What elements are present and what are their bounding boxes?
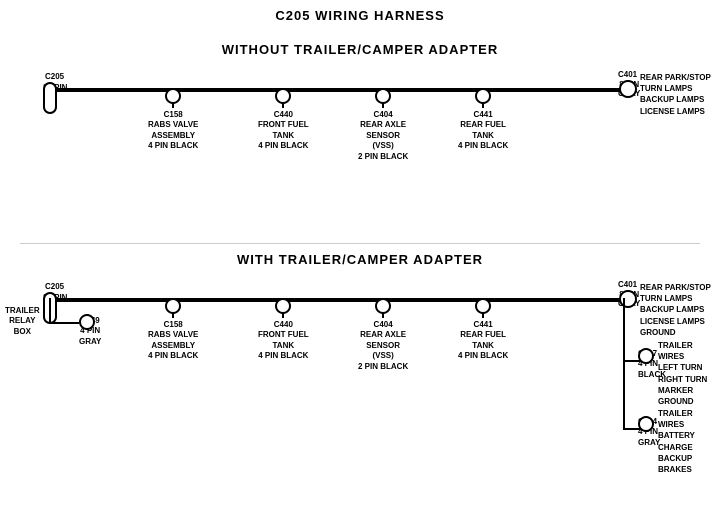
section1-label: WITHOUT TRAILER/CAMPER ADAPTER [0, 42, 720, 57]
section2-label: WITH TRAILER/CAMPER ADAPTER [0, 252, 720, 267]
main-title: C205 WIRING HARNESS [0, 0, 720, 23]
divider [20, 243, 700, 244]
s2-right-vline [623, 298, 625, 428]
s2-right-circle [619, 290, 637, 308]
s2-c158: C158RABS VALVEASSEMBLY4 PIN BLACK [148, 298, 198, 362]
s1-right-id: C401 [618, 70, 640, 79]
s2-c440: C440FRONT FUELTANK4 PIN BLACK [258, 298, 309, 362]
section2-right-connector: C401 8 PIN GRAY [618, 280, 640, 308]
s2-right-desc: REAR PARK/STOPTURN LAMPSBACKUP LAMPSLICE… [640, 282, 711, 338]
s2-c404: C404REAR AXLESENSOR(VSS)2 PIN BLACK [358, 298, 408, 372]
s1-right-desc: REAR PARK/STOPTURN LAMPSBACKUP LAMPSLICE… [640, 72, 711, 117]
section1-main-line [57, 88, 623, 92]
s2-right-id: C401 [618, 280, 640, 289]
s1-c158: C158RABS VALVEASSEMBLY4 PIN BLACK [148, 88, 198, 152]
s1-left-rect [43, 82, 57, 114]
s2-left-id: C205 [45, 282, 67, 291]
s1-c440: C440FRONT FUELTANK4 PIN BLACK [258, 88, 309, 152]
section1-right-connector: C401 8 PIN GRAY [618, 70, 640, 98]
s1-c404: C404REAR AXLESENSOR(VSS)2 PIN BLACK [358, 88, 408, 162]
section2-main-line [57, 298, 623, 302]
page: C205 WIRING HARNESS WITHOUT TRAILER/CAMP… [0, 0, 720, 517]
s1-c441: C441REAR FUELTANK4 PIN BLACK [458, 88, 508, 152]
section1-left-connector: C205 24 PIN [43, 72, 67, 92]
s1-left-id: C205 [45, 72, 67, 81]
s2-c441: C441REAR FUELTANK4 PIN BLACK [458, 298, 508, 362]
section2-left-connector: C205 24 PIN [43, 282, 67, 302]
s1-right-circle [619, 80, 637, 98]
